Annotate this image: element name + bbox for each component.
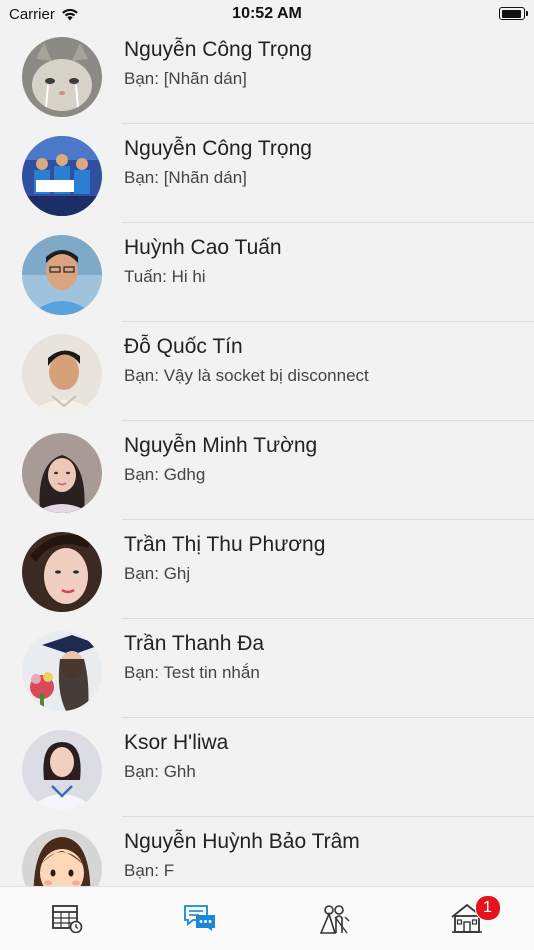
avatar[interactable] — [22, 829, 102, 887]
avatar[interactable] — [22, 334, 102, 414]
graduation-photo-image — [22, 631, 102, 711]
avatar[interactable] — [22, 532, 102, 612]
last-message: Bạn: [Nhãn dán] — [124, 168, 247, 187]
conversation-item[interactable]: Nguyễn Huỳnh Bảo Trâm Bạn: F — [0, 817, 534, 887]
chat-bubbles-icon — [184, 905, 216, 931]
cat-photo-image — [22, 37, 102, 117]
contact-name: Ksor H'liwa — [124, 731, 229, 754]
last-message: Bạn: Ghj — [124, 564, 191, 583]
avatar[interactable] — [22, 136, 102, 216]
contact-name: Nguyễn Minh Tường — [124, 434, 318, 457]
conversation-item[interactable]: Trần Thanh Đa Bạn: Test tin nhắn — [0, 619, 534, 718]
conversation-item[interactable]: Nguyễn Công Trọng Bạn: [Nhãn dán] — [0, 124, 534, 223]
last-message: Bạn: Ghh — [124, 762, 196, 781]
conversation-item[interactable]: Nguyễn Minh Tường Bạn: Gdhg — [0, 421, 534, 520]
avatar[interactable] — [22, 730, 102, 810]
contact-name: Trần Thanh Đa — [124, 632, 265, 655]
contact-name: Đỗ Quốc Tín — [124, 335, 243, 358]
last-message: Bạn: Gdhg — [124, 465, 206, 484]
bottom-tab-bar: 1 — [0, 886, 534, 950]
tab-messages[interactable] — [134, 887, 268, 950]
last-message: Bạn: F — [124, 861, 175, 880]
last-message: Tuấn: Hi hi — [124, 267, 206, 286]
conversation-item[interactable]: Đỗ Quốc Tín Bạn: Vậy là socket bị discon… — [0, 322, 534, 421]
battery-level — [501, 9, 522, 18]
contact-name: Nguyễn Công Trọng — [124, 38, 312, 61]
contact-name: Nguyễn Công Trọng — [124, 137, 312, 160]
avatar[interactable] — [22, 433, 102, 513]
avatar[interactable] — [22, 37, 102, 117]
man-portrait-photo-image — [22, 235, 102, 315]
battery-icon — [499, 7, 528, 20]
conversation-item[interactable]: Ksor H'liwa Bạn: Ghh — [0, 718, 534, 817]
tab-home[interactable]: 1 — [401, 887, 534, 950]
cartoon-girl-avatar-image — [22, 829, 102, 887]
conversation-item[interactable]: Huỳnh Cao Tuấn Tuấn: Hi hi — [0, 223, 534, 322]
conversation-item[interactable]: Trần Thị Thu Phương Bạn: Ghj — [0, 520, 534, 619]
conversation-list[interactable]: Nguyễn Công Trọng Bạn: [Nhãn dán] Nguyễn… — [0, 25, 534, 887]
avatar[interactable] — [22, 235, 102, 315]
young-man-photo-image — [22, 334, 102, 414]
conversation-item[interactable]: Nguyễn Công Trọng Bạn: [Nhãn dán] — [0, 25, 534, 124]
wedding-couple-icon — [319, 905, 350, 934]
woman-uniform-photo-image — [22, 730, 102, 810]
tab-wedding[interactable] — [267, 887, 401, 950]
group-award-photo-image — [22, 136, 102, 216]
notification-badge: 1 — [474, 895, 501, 921]
contact-name: Nguyễn Huỳnh Bảo Trâm — [124, 830, 360, 853]
tab-schedule[interactable] — [0, 887, 134, 950]
status-time: 10:52 AM — [232, 5, 302, 22]
woman-closeup-photo-image — [22, 532, 102, 612]
last-message: Bạn: Vậy là socket bị disconnect — [124, 366, 369, 385]
contact-name: Trần Thị Thu Phương — [124, 533, 326, 556]
calendar-clock-icon — [51, 905, 83, 933]
last-message: Bạn: Test tin nhắn — [124, 663, 260, 682]
woman-portrait-photo-image — [22, 433, 102, 513]
last-message: Bạn: [Nhãn dán] — [124, 69, 247, 88]
contact-name: Huỳnh Cao Tuấn — [124, 236, 282, 259]
avatar[interactable] — [22, 631, 102, 711]
